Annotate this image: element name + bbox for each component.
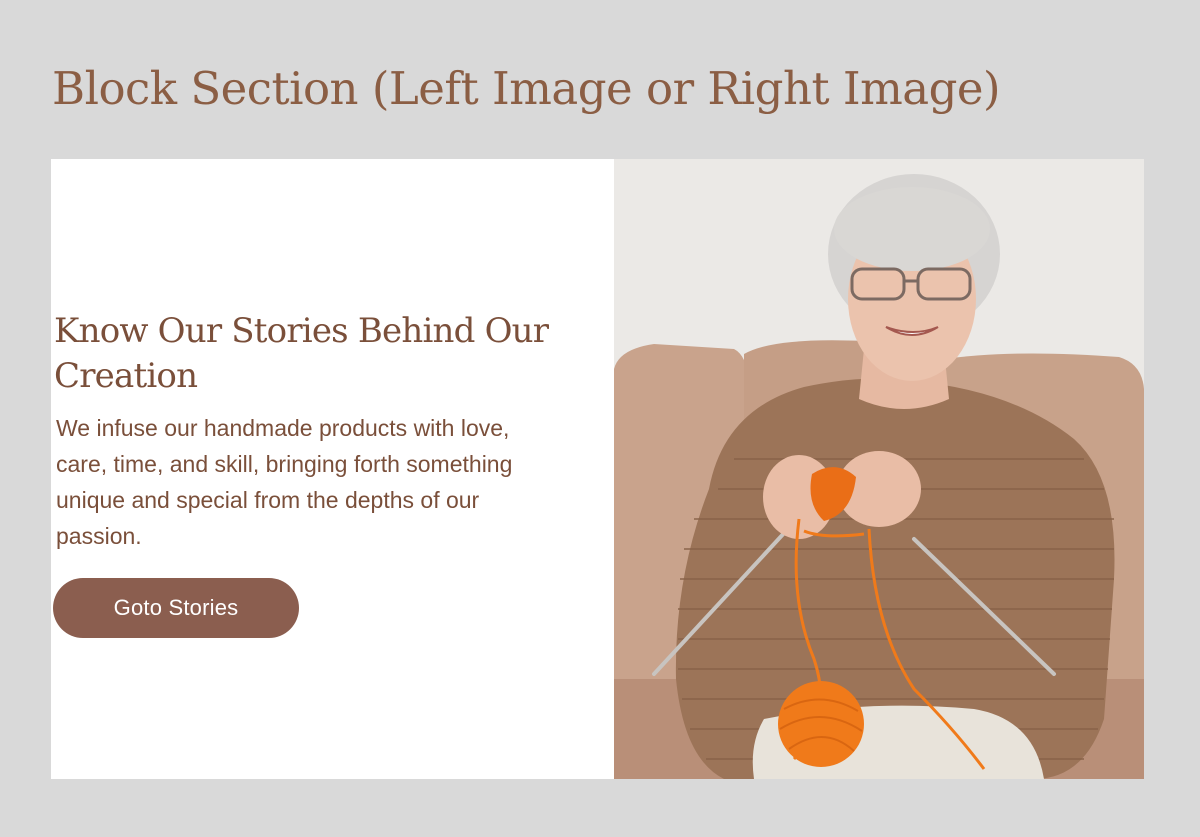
story-block: Know Our Stories Behind Our Creation We … (51, 159, 1144, 779)
text-panel: Know Our Stories Behind Our Creation We … (51, 159, 614, 779)
knitting-woman-illustration (614, 159, 1144, 779)
section-heading: Block Section (Left Image or Right Image… (52, 62, 1001, 115)
story-description: We infuse our handmade products with lov… (56, 415, 513, 549)
goto-stories-button[interactable]: Goto Stories (53, 578, 299, 638)
story-title: Know Our Stories Behind Our Creation (54, 311, 549, 396)
story-image (614, 159, 1144, 779)
